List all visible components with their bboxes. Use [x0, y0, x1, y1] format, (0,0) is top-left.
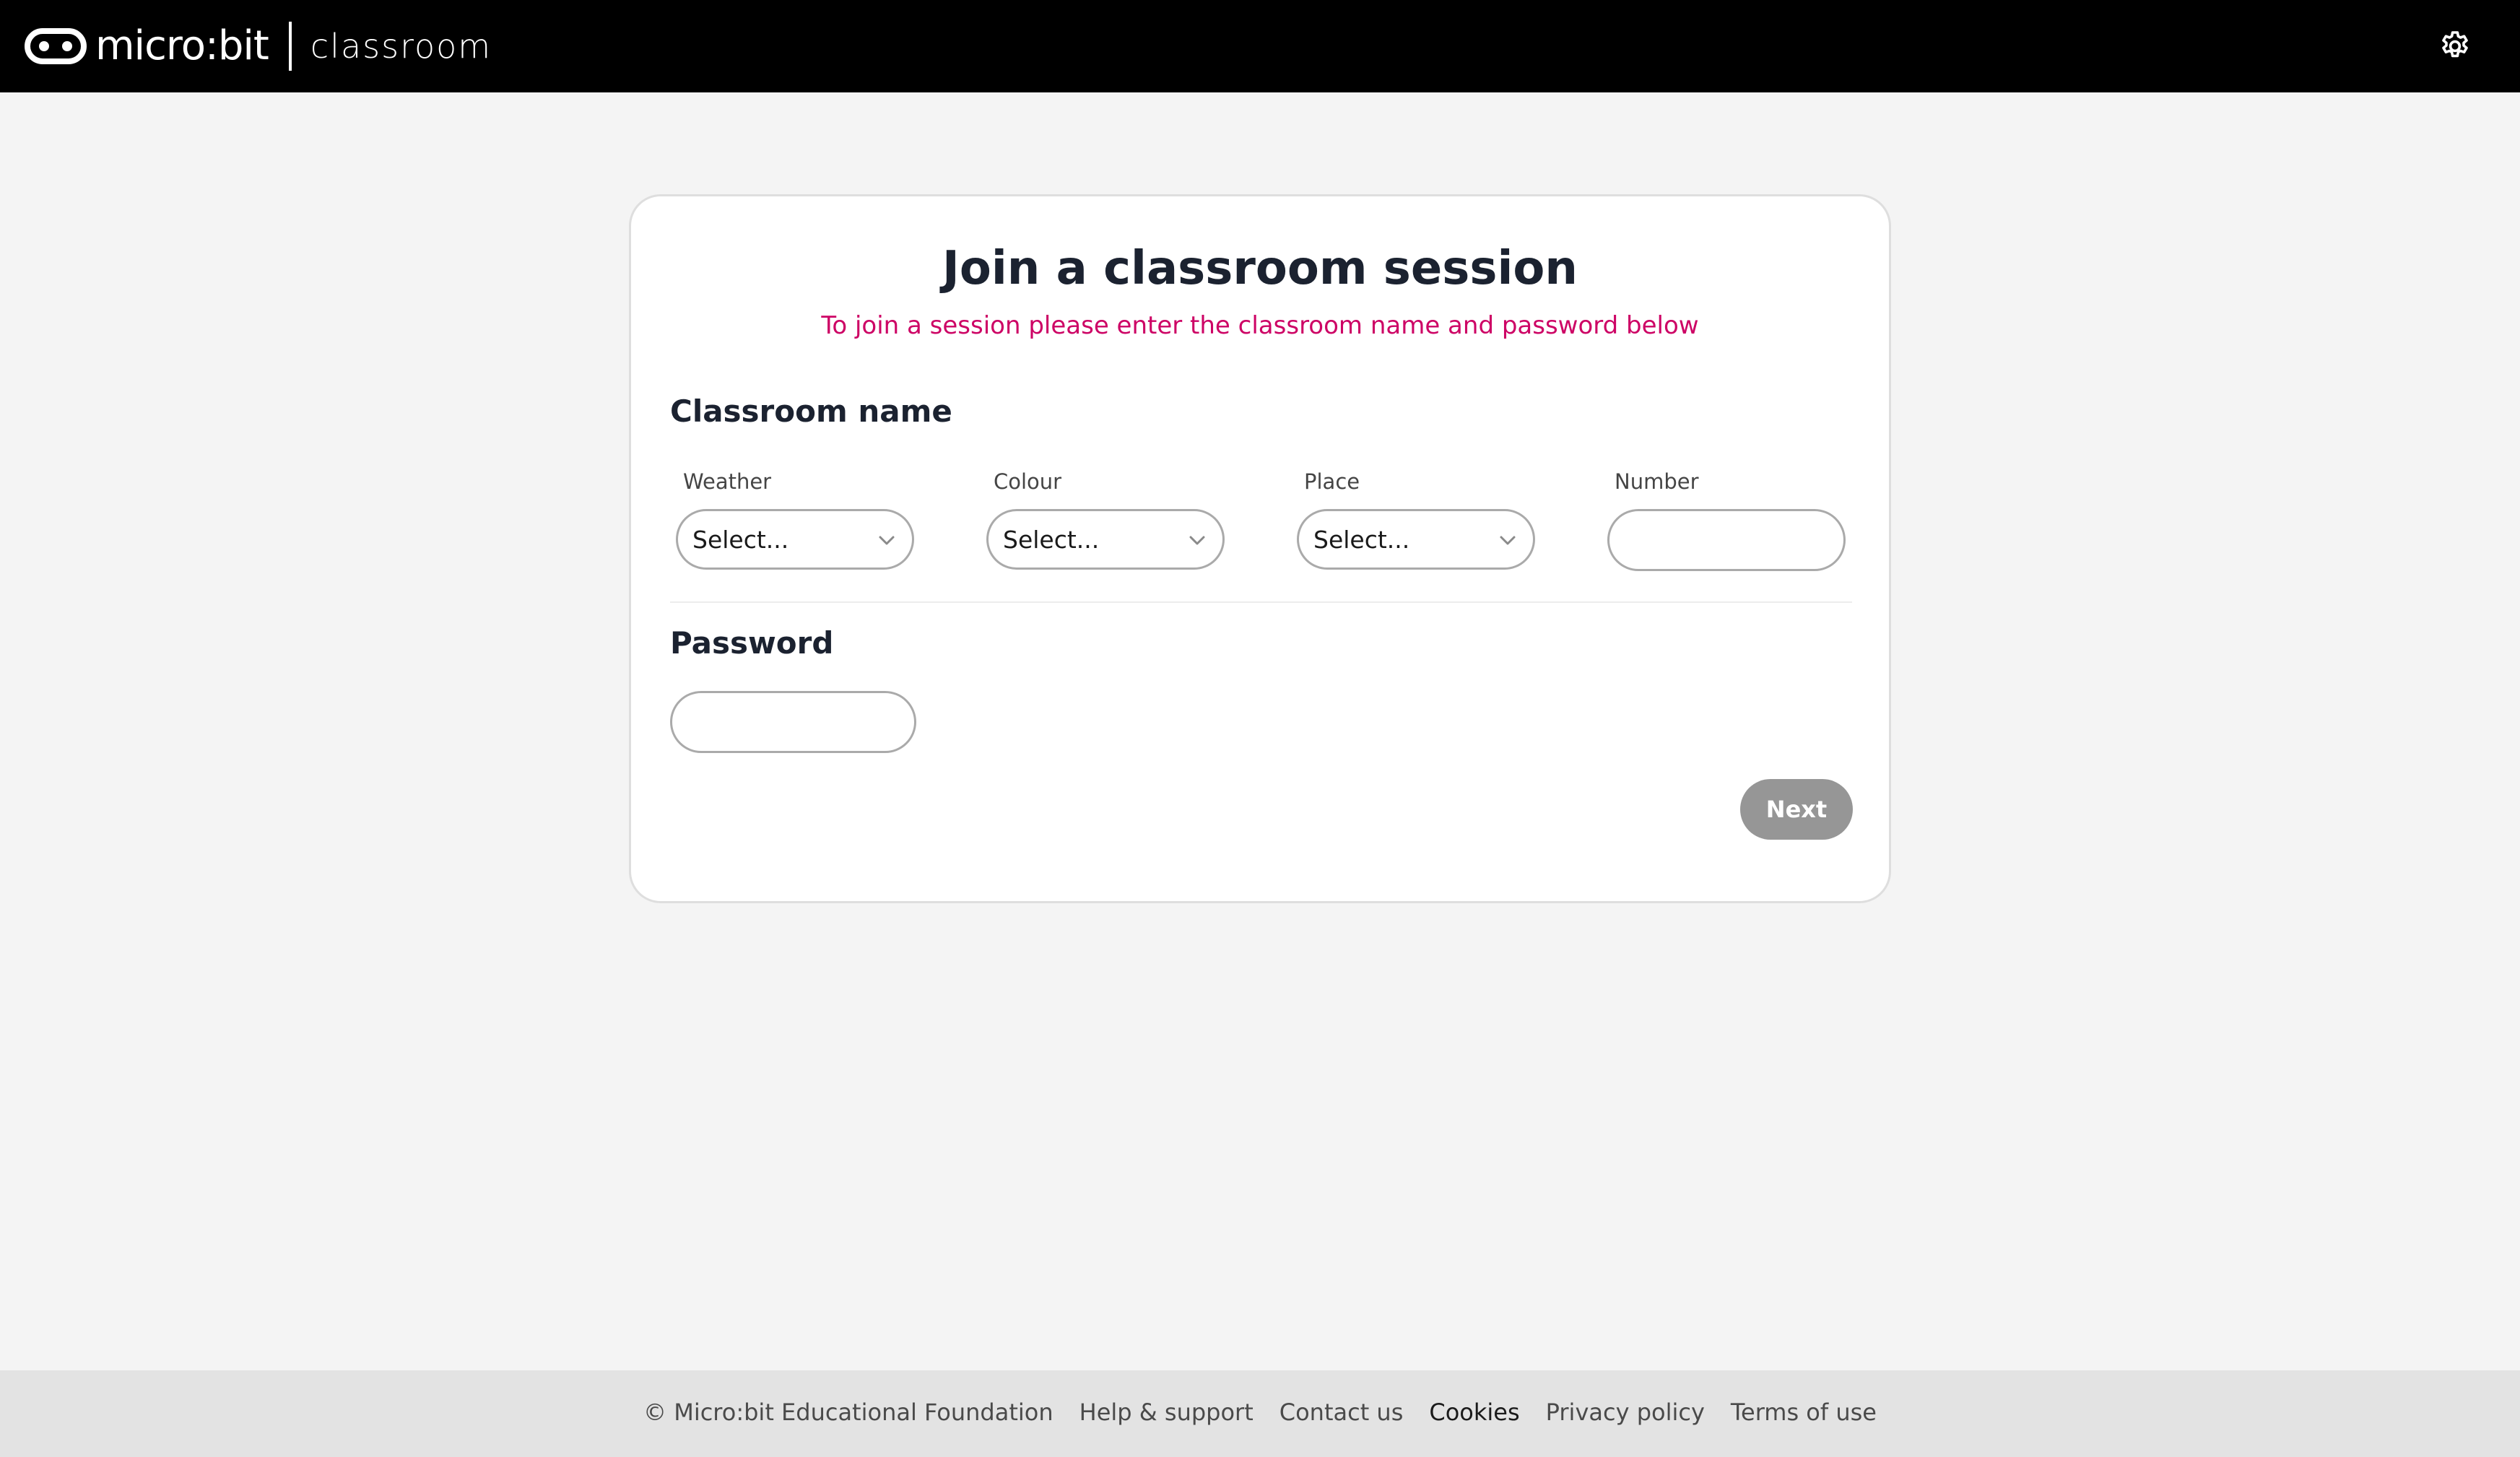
place-select[interactable]: Select... [1297, 509, 1535, 570]
chevron-down-icon [879, 536, 895, 545]
place-select-value: Select... [1313, 526, 1410, 554]
weather-select[interactable]: Select... [676, 509, 914, 570]
colour-label: Colour [994, 469, 1062, 494]
microbit-logo-icon [25, 28, 87, 64]
copyright-text: © Micro:bit Educational Foundation [643, 1399, 1053, 1426]
terms-of-use-link[interactable]: Terms of use [1731, 1398, 1877, 1428]
chevron-down-icon [1500, 536, 1516, 545]
contact-us-link[interactable]: Contact us [1279, 1398, 1404, 1428]
footer-links: © Micro:bit Educational Foundation Help … [0, 1398, 2520, 1428]
place-label: Place [1304, 469, 1360, 494]
weather-select-value: Select... [692, 526, 789, 554]
page-subtitle: To join a session please enter the class… [821, 311, 1699, 340]
number-input[interactable] [1607, 509, 1846, 571]
settings-button[interactable] [2438, 29, 2472, 64]
colour-select-value: Select... [1003, 526, 1100, 554]
top-navigation-bar: micro:bit classroom [0, 0, 2520, 92]
page-title: Join a classroom session [942, 242, 1578, 295]
number-label: Number [1615, 469, 1699, 494]
weather-label: Weather [683, 469, 772, 494]
brand-name: micro:bit [95, 22, 269, 69]
product-name: classroom [310, 27, 492, 66]
section-divider [670, 601, 1852, 603]
privacy-policy-link[interactable]: Privacy policy [1546, 1398, 1705, 1428]
microbit-classroom-logo[interactable]: micro:bit classroom [25, 19, 492, 74]
help-support-link[interactable]: Help & support [1079, 1398, 1254, 1428]
password-heading: Password [670, 625, 834, 661]
next-button[interactable]: Next [1740, 779, 1853, 840]
chevron-down-icon [1189, 536, 1205, 545]
classroom-name-heading: Classroom name [670, 393, 952, 429]
join-session-card: Join a classroom session To join a sessi… [629, 194, 1891, 903]
gear-icon [2442, 31, 2468, 58]
cookies-link[interactable]: Cookies [1429, 1398, 1519, 1428]
brand-divider [288, 22, 292, 71]
footer: © Micro:bit Educational Foundation Help … [0, 1370, 2520, 1457]
colour-select[interactable]: Select... [986, 509, 1225, 570]
password-input[interactable] [670, 691, 916, 753]
